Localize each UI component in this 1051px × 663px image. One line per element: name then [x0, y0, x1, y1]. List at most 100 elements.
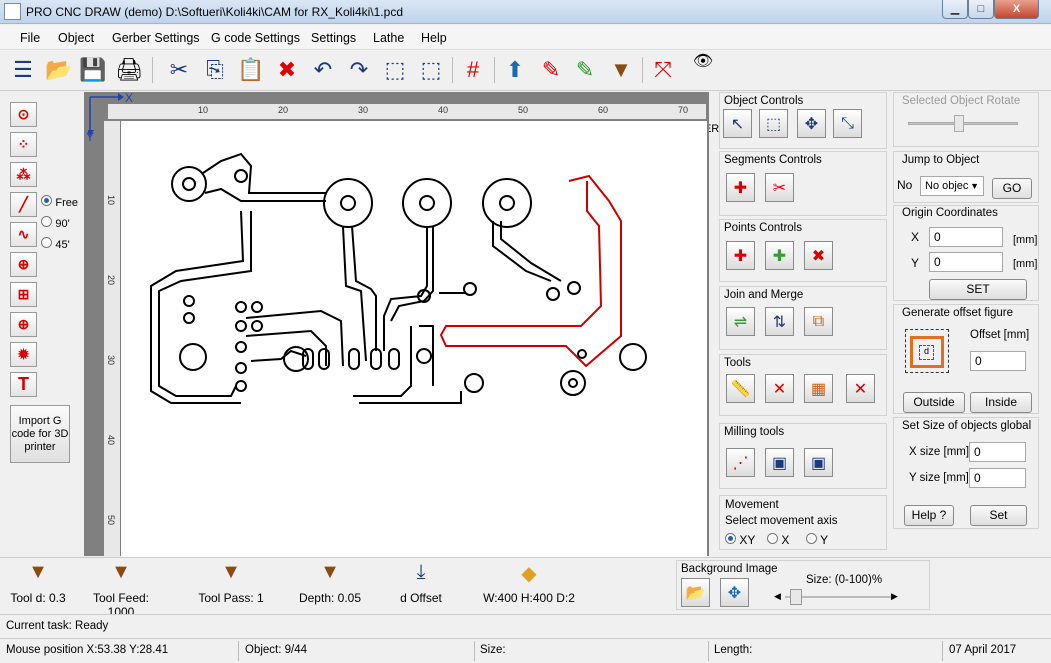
rotate-slider-thumb[interactable] [954, 115, 964, 132]
menu-gcode-settings[interactable]: G code Settings [211, 31, 300, 45]
curve-tool-icon[interactable]: ∿ [10, 222, 37, 247]
cut-icon[interactable]: ✂ [164, 54, 194, 86]
spindle-icon[interactable]: ▼ [606, 54, 636, 86]
select-group-icon[interactable]: ⬚ [759, 109, 788, 138]
line-tool-icon[interactable]: ╱ [10, 192, 37, 217]
menu-file[interactable]: File [20, 31, 40, 45]
y-size-field[interactable]: 0 [969, 468, 1026, 488]
circle-array-icon[interactable]: ⁂ [10, 162, 37, 187]
trim-tool-icon[interactable]: ✕ [765, 374, 794, 403]
drill-path-icon[interactable]: ⋰ [726, 448, 755, 477]
menu-gerber-settings[interactable]: Gerber Settings [112, 31, 200, 45]
drawing-canvas[interactable] [121, 121, 707, 557]
tool-diameter[interactable]: ▼ Tool d: 0.3 [8, 558, 68, 614]
jump-object-select[interactable]: No objec ▼ [920, 176, 984, 196]
offset-field[interactable]: 0 [970, 351, 1026, 371]
menu-object[interactable]: Object [58, 31, 94, 45]
axis-x-option[interactable]: X [767, 533, 789, 547]
grid-icon[interactable]: # [458, 54, 488, 86]
select-points-icon[interactable]: ⬚ [416, 54, 446, 86]
axis-xy-radio[interactable] [725, 533, 736, 544]
size-slider-thumb[interactable] [789, 589, 802, 605]
rounded-rect-tool-icon[interactable]: ⊕ [10, 312, 37, 337]
add-segment-icon[interactable]: ✚ [726, 173, 755, 202]
tool-depth[interactable]: ▼ Depth: 0.05 [298, 558, 362, 614]
combine-icon[interactable]: ⧉ [804, 307, 833, 336]
add-point-icon[interactable]: ⊙ [10, 102, 37, 127]
join-icon[interactable]: ⇌ [726, 307, 755, 336]
outside-button[interactable]: Outside [903, 392, 965, 413]
slider-left-arrow-icon[interactable]: ◀ [774, 591, 781, 602]
paste-icon[interactable]: 📋 [236, 54, 266, 86]
circle-tool-icon[interactable]: ⊕ [10, 252, 37, 277]
help-button[interactable]: Help ? [904, 505, 954, 526]
open-folder-icon[interactable]: 📂 [44, 54, 74, 86]
origin-y-field[interactable]: 0 [929, 252, 1003, 272]
tool-feed[interactable]: ▼ Tool Feed: 1000 [78, 558, 164, 619]
x-size-field[interactable]: 0 [969, 442, 1026, 462]
minimize-button[interactable]: ▁ [942, 0, 968, 19]
spiral-pocket-icon[interactable]: ▣ [804, 448, 833, 477]
cut-segment-icon[interactable]: ✂ [765, 173, 794, 202]
merge-icon[interactable]: ⇅ [765, 307, 794, 336]
print-icon[interactable]: 🖨 [114, 54, 144, 86]
layer-eye-icon[interactable]: 👁 [688, 51, 718, 71]
maximize-button[interactable]: □ [968, 0, 994, 19]
open-image-icon[interactable]: 📂 [681, 578, 710, 607]
rectangle-tool-icon[interactable]: ⊞ [10, 282, 37, 307]
pick-color-icon[interactable]: ✎ [536, 54, 566, 86]
menu-lathe[interactable]: Lathe [373, 31, 404, 45]
copy-icon[interactable]: ⎘ [200, 54, 230, 86]
inside-button[interactable]: Inside [970, 392, 1032, 413]
move-object-icon[interactable]: ✥ [797, 109, 826, 138]
axis-y-option[interactable]: Y [806, 533, 828, 547]
add-point-icon[interactable]: ✚ [726, 241, 755, 270]
origin-set-button[interactable]: SET [929, 279, 1027, 300]
x-size-label: X size [mm] [909, 446, 970, 458]
insert-point-icon[interactable]: ✚ [765, 241, 794, 270]
axis-x-radio[interactable] [767, 533, 778, 544]
gear-tool-icon[interactable]: ✹ [10, 342, 37, 367]
undo-icon[interactable]: ↶ [308, 54, 338, 86]
stock-dimensions-label: W:400 H:400 D:2 [483, 591, 575, 605]
snap-free-radio[interactable] [41, 195, 52, 206]
select-object-icon[interactable]: ↖ [723, 109, 752, 138]
ruler-tool-icon[interactable]: 📏 [726, 374, 755, 403]
redo-icon[interactable]: ↷ [344, 54, 374, 86]
close-button[interactable]: X [994, 0, 1039, 19]
save-icon[interactable]: 💾 [78, 54, 108, 86]
tool-pass[interactable]: ▼ Tool Pass: 1 [198, 558, 264, 614]
view-move-icon[interactable]: ⤧ [648, 54, 678, 86]
snap-45-radio[interactable] [41, 237, 52, 248]
list-icon[interactable]: ☰ [8, 54, 38, 86]
d-offset[interactable]: ⤓ d Offset [396, 558, 446, 614]
size-set-button[interactable]: Set [970, 505, 1027, 526]
delete-icon[interactable]: ✖ [272, 54, 302, 86]
snap-45-option[interactable]: 45' [41, 237, 70, 251]
remove-tool-icon[interactable]: ✕ [846, 374, 875, 403]
text-tool-icon[interactable]: T [10, 372, 37, 397]
menu-help[interactable]: Help [421, 31, 447, 45]
slider-right-arrow-icon[interactable]: ▶ [891, 591, 898, 602]
delete-point-icon[interactable]: ✖ [804, 241, 833, 270]
go-button[interactable]: GO [992, 178, 1032, 199]
navigation-icon[interactable]: ⬆ [500, 54, 530, 86]
move-image-icon[interactable]: ✥ [720, 578, 749, 607]
eye-draw-icon[interactable]: ✎ [570, 54, 600, 86]
scale-object-icon[interactable]: ⤡ [833, 109, 862, 138]
origin-x-field[interactable]: 0 [929, 227, 1003, 247]
hatch-tool-icon[interactable]: ▦ [804, 374, 833, 403]
array-grid-icon[interactable]: ⁘ [10, 132, 37, 157]
snap-90-radio[interactable] [41, 216, 52, 227]
jump-title: Jump to Object [902, 154, 980, 166]
snap-free-option[interactable]: Free [41, 195, 78, 209]
axis-y-radio[interactable] [806, 533, 817, 544]
stock-dimensions[interactable]: ◆ W:400 H:400 D:2 [482, 558, 576, 614]
snap-90-option[interactable]: 90' [41, 216, 70, 230]
select-area-icon[interactable]: ⬚ [380, 54, 410, 86]
pcd-drawing[interactable] [121, 121, 707, 557]
pocket-icon[interactable]: ▣ [765, 448, 794, 477]
menu-settings[interactable]: Settings [311, 31, 356, 45]
axis-xy-option[interactable]: XY [725, 533, 755, 547]
import-gcode-button[interactable]: Import G code for 3D printer [10, 405, 70, 463]
